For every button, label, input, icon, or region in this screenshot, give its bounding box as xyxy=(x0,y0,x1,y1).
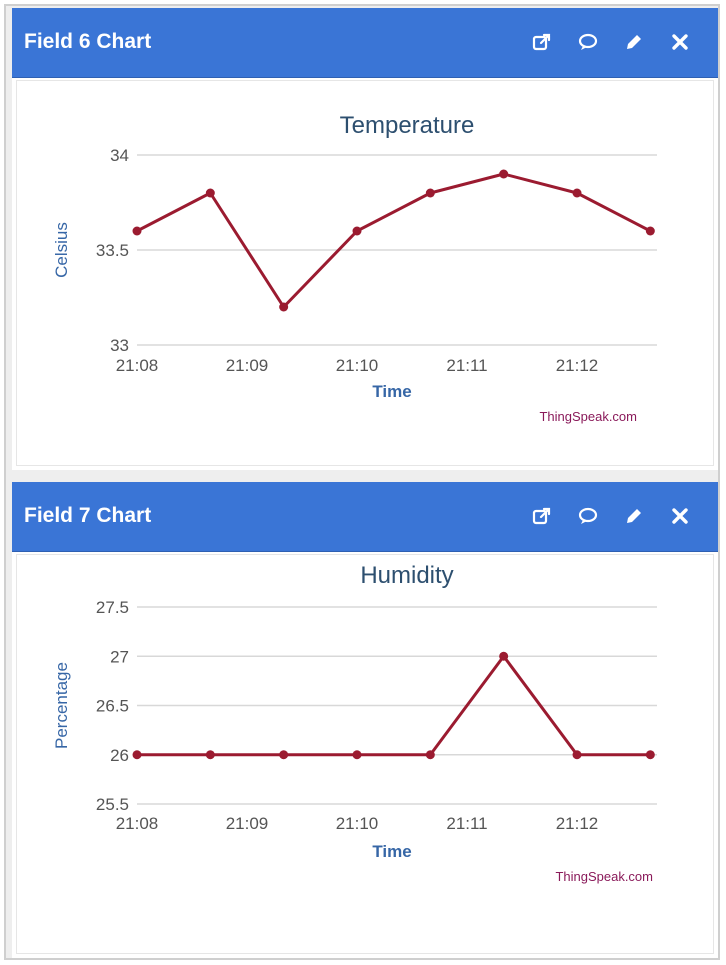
chart-credit: ThingSpeak.com xyxy=(539,409,637,424)
data-point[interactable] xyxy=(205,188,215,198)
data-point[interactable] xyxy=(645,226,655,236)
humidity-chart: Humidity 27.5 27 26.5 26 25.521:08 21:09 21:10 2… xyxy=(52,562,657,884)
data-point[interactable] xyxy=(425,188,435,198)
x-tick-label: 21:08 xyxy=(116,356,159,375)
y-tick-label: 33 xyxy=(110,336,129,355)
data-point[interactable] xyxy=(205,750,215,760)
x-tick-label: 21:11 xyxy=(446,814,487,833)
data-point[interactable] xyxy=(499,651,509,661)
panel-header: Field 7 Chart xyxy=(12,482,718,552)
y-tick-label: 27 xyxy=(110,647,129,666)
panel-header: Field 6 Chart xyxy=(12,8,718,78)
panel-actions xyxy=(530,504,692,532)
x-tick-label: 21:12 xyxy=(556,814,599,833)
panel-title: Field 7 Chart xyxy=(24,504,152,527)
chart-title: Humidity xyxy=(360,562,453,589)
x-tick-label: 21:08 xyxy=(116,814,159,833)
data-point[interactable] xyxy=(572,750,582,760)
y-tick-label: 33.5 xyxy=(96,241,129,260)
comment-icon[interactable] xyxy=(576,504,600,528)
data-point[interactable] xyxy=(279,302,289,312)
data-point[interactable] xyxy=(352,226,362,236)
data-point[interactable] xyxy=(132,226,142,236)
data-point[interactable] xyxy=(572,188,582,198)
x-tick-label: 21:09 xyxy=(226,356,269,375)
field-6-chart-panel: Field 6 Chart Temperature 34 33.5 33 21:08 21… xyxy=(12,8,718,470)
field-7-chart-panel: Field 7 Chart Humidity 27.5 27 26.5 26 25.5 21… xyxy=(12,482,718,958)
x-tick-label: 21:10 xyxy=(336,356,379,375)
x-tick-label: 21:10 xyxy=(336,814,379,833)
close-icon[interactable] xyxy=(668,504,692,528)
data-point[interactable] xyxy=(425,750,435,760)
y-tick-label: 26.5 xyxy=(96,697,129,716)
dashboard-container: Field 6 Chart Temperature 34 33.5 33 21:08 21… xyxy=(4,4,720,960)
data-point[interactable] xyxy=(132,750,142,760)
y-axis-label: Celsius xyxy=(52,222,71,278)
data-point[interactable] xyxy=(352,750,362,760)
y-axis-label: Percentage xyxy=(52,662,71,749)
x-tick-label: 21:11 xyxy=(446,356,487,375)
chart-body: Temperature 34 33.5 33 21:08 21:09 21:10 21:11 2… xyxy=(16,80,714,466)
external-link-icon[interactable] xyxy=(530,504,554,528)
y-tick-label: 25.5 xyxy=(96,795,129,814)
x-axis-label: Time xyxy=(372,382,411,401)
chart-body: Humidity 27.5 27 26.5 26 25.5 21:08 21:09 21:10 2… xyxy=(16,554,714,954)
x-axis-label: Time xyxy=(372,842,411,861)
y-tick-label: 34 xyxy=(110,146,129,165)
comment-icon[interactable] xyxy=(576,30,600,54)
x-tick-label: 21:12 xyxy=(556,356,599,375)
y-tick-label: 26 xyxy=(110,746,129,765)
y-tick-label: 27.5 xyxy=(96,598,129,617)
data-point[interactable] xyxy=(499,169,509,179)
external-link-icon[interactable] xyxy=(530,30,554,54)
panel-title: Field 6 Chart xyxy=(24,30,152,53)
edit-pencil-icon[interactable] xyxy=(622,504,646,528)
temperature-chart: Temperature 34 33.5 3321:08 21:09 21:10 21:11 2… xyxy=(52,112,657,424)
chart-title: Temperature xyxy=(340,112,475,139)
chart-credit: ThingSpeak.com xyxy=(555,869,653,884)
data-point[interactable] xyxy=(279,750,289,760)
edit-pencil-icon[interactable] xyxy=(622,30,646,54)
x-tick-label: 21:09 xyxy=(226,814,269,833)
panel-actions xyxy=(530,30,692,58)
close-icon[interactable] xyxy=(668,30,692,54)
data-point[interactable] xyxy=(645,750,655,760)
